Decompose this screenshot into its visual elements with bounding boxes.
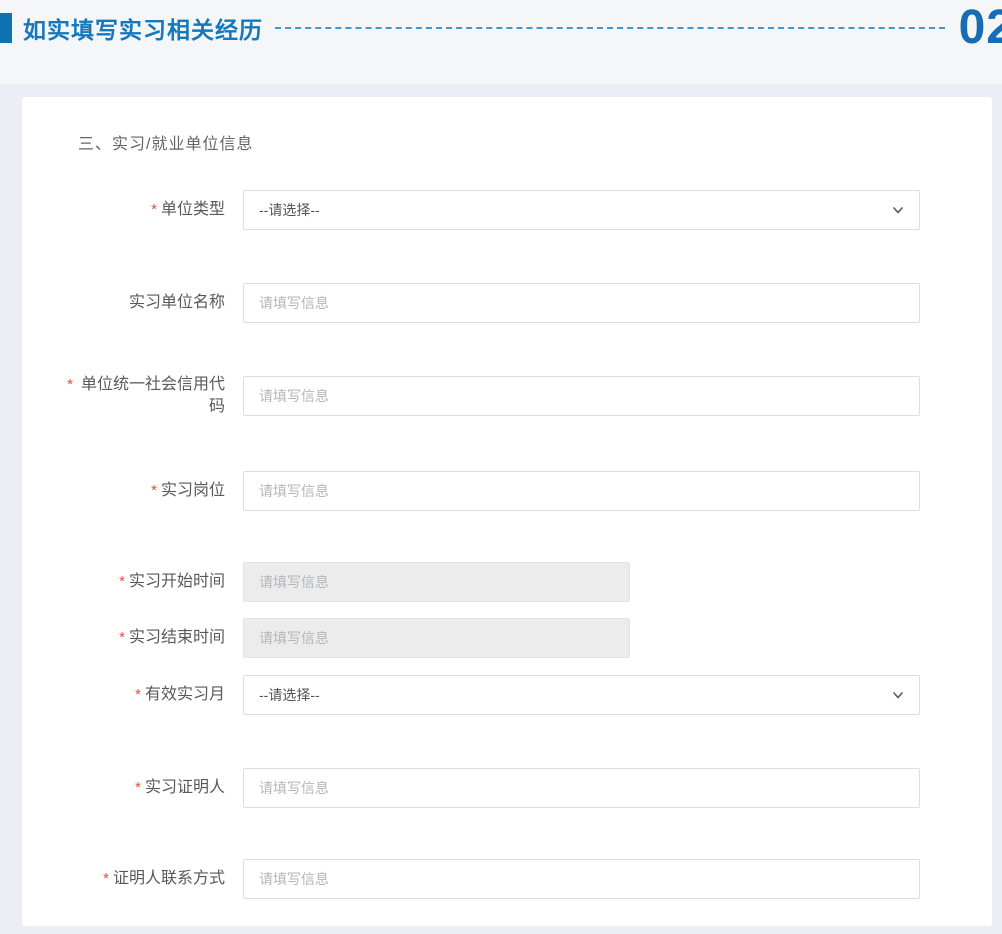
step-number: 02 xyxy=(959,4,1002,52)
required-asterisk: * xyxy=(119,573,125,590)
internship-position-input[interactable] xyxy=(243,471,920,511)
chevron-down-icon xyxy=(891,203,905,217)
unified-social-credit-code-input[interactable] xyxy=(243,376,920,416)
header-accent-bar xyxy=(0,13,12,43)
form-row-position: *实习岗位 xyxy=(22,471,992,511)
form-row-witness-contact: *证明人联系方式 xyxy=(22,859,992,899)
required-asterisk: * xyxy=(151,201,157,218)
section-title: 三、实习/就业单位信息 xyxy=(78,130,992,154)
required-asterisk: * xyxy=(151,482,157,499)
form-row-unit-type: *单位类型 --请选择-- xyxy=(22,190,992,230)
witness-contact-input[interactable] xyxy=(243,859,920,899)
field-label: *实习结束时间 xyxy=(22,627,225,649)
field-label: *单位统一社会信用代码 xyxy=(22,374,225,418)
dashed-divider xyxy=(275,27,945,29)
form-row-start-date: *实习开始时间 xyxy=(22,562,992,602)
field-label: 实习单位名称 xyxy=(22,292,225,314)
form-row-credit-code: *单位统一社会信用代码 xyxy=(22,374,992,418)
select-value: --请选择-- xyxy=(259,200,320,220)
form-row-end-date: *实习结束时间 xyxy=(22,618,992,658)
required-asterisk: * xyxy=(103,870,109,887)
internship-end-date-input[interactable] xyxy=(243,618,630,658)
field-label: *实习证明人 xyxy=(22,777,225,799)
field-label: *实习岗位 xyxy=(22,480,225,502)
internship-start-date-input[interactable] xyxy=(243,562,630,602)
field-label: *有效实习月 xyxy=(22,684,225,706)
page-title: 如实填写实习相关经历 xyxy=(23,11,263,45)
internship-witness-input[interactable] xyxy=(243,768,920,808)
required-asterisk: * xyxy=(67,376,73,393)
form-row-valid-months: *有效实习月 --请选择-- xyxy=(22,675,992,715)
form-row-witness: *实习证明人 xyxy=(22,768,992,808)
chevron-down-icon xyxy=(891,688,905,702)
form-row-company-name: 实习单位名称 xyxy=(22,283,992,323)
field-label: *单位类型 xyxy=(22,199,225,221)
field-label: *证明人联系方式 xyxy=(22,868,225,890)
internship-company-name-input[interactable] xyxy=(243,283,920,323)
valid-internship-months-select[interactable]: --请选择-- xyxy=(243,675,920,715)
unit-type-select[interactable]: --请选择-- xyxy=(243,190,920,230)
select-value: --请选择-- xyxy=(259,685,320,705)
form-card: 三、实习/就业单位信息 *单位类型 --请选择-- 实习单位名称 *单位统一社会… xyxy=(22,97,992,926)
page-header: 如实填写实习相关经历 02 xyxy=(0,0,1002,84)
required-asterisk: * xyxy=(119,629,125,646)
required-asterisk: * xyxy=(135,686,141,703)
field-label: *实习开始时间 xyxy=(22,571,225,593)
required-asterisk: * xyxy=(135,779,141,796)
